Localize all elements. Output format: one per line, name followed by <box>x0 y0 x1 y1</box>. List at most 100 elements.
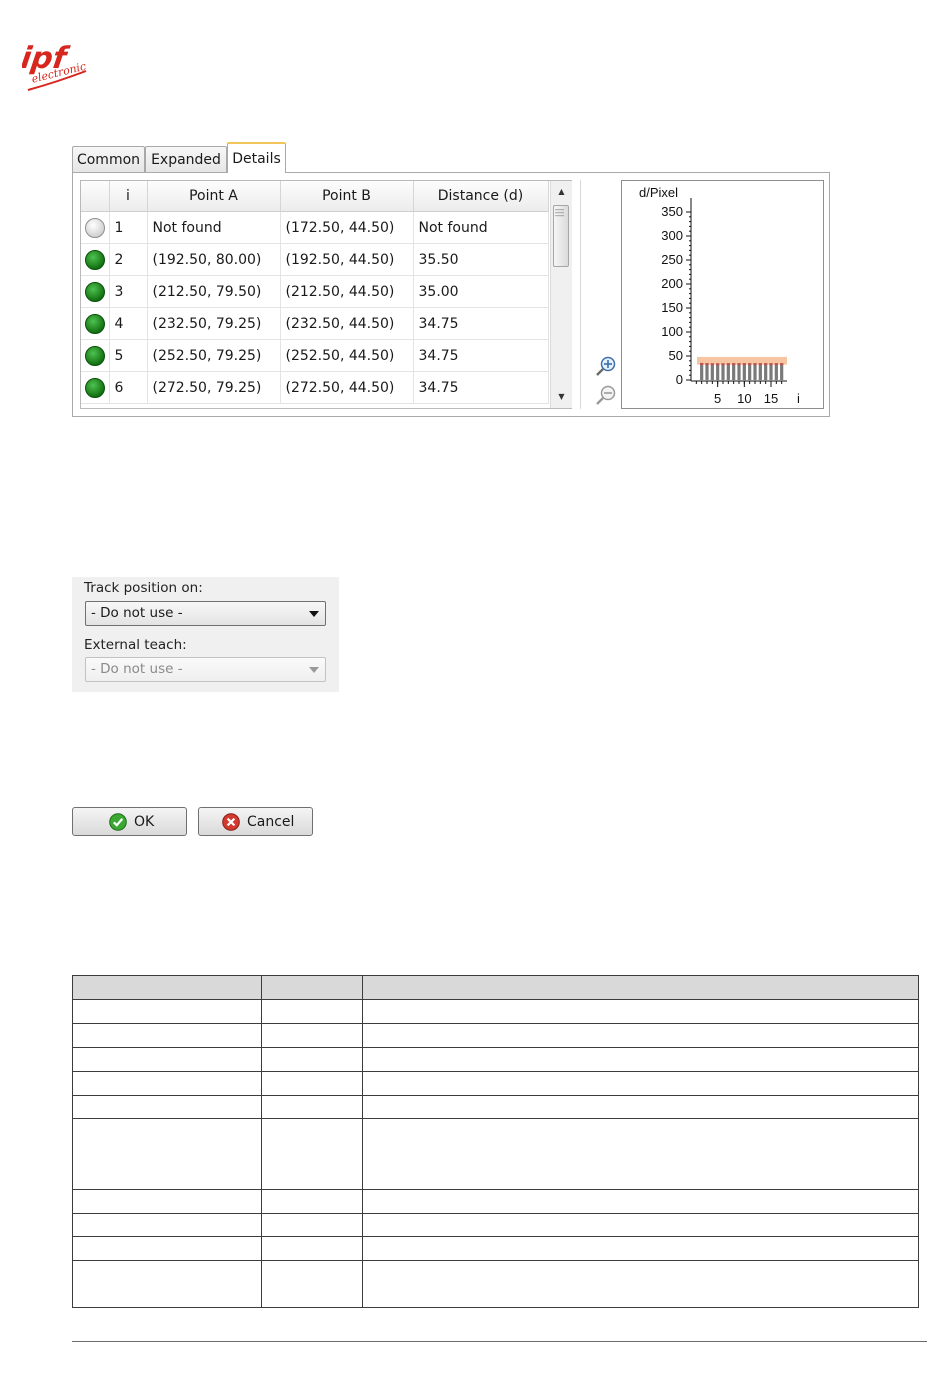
scroll-down-arrow-icon[interactable]: ▼ <box>551 388 572 406</box>
table-cell <box>261 1260 363 1308</box>
zoom-in-icon[interactable] <box>595 355 617 377</box>
chart-y-axis-label: d/Pixel <box>639 185 678 200</box>
distance-cell: 34.75 <box>413 307 549 340</box>
table-header-cell <box>362 975 919 1000</box>
table-cell <box>261 1118 363 1190</box>
check-icon <box>109 813 127 831</box>
chart-bar <box>700 362 704 380</box>
ok-button[interactable]: OK <box>72 807 187 836</box>
zoom-out-icon[interactable] <box>595 384 617 406</box>
table-row[interactable]: 6 (272.50, 79.25) (272.50, 44.50) 34.75 <box>81 371 549 404</box>
tolerance-band <box>697 356 787 365</box>
index-cell: 1 <box>109 211 148 244</box>
distance-cell: 34.75 <box>413 339 549 372</box>
table-cell <box>362 1095 919 1119</box>
grid-header-row: i Point A Point B Distance (d) <box>81 181 549 212</box>
grid-header-i[interactable]: i <box>109 181 148 212</box>
status-led-icon <box>84 345 105 366</box>
chart-bar <box>769 363 773 380</box>
chart-bar <box>774 363 778 380</box>
chart-bar-top <box>700 362 704 365</box>
table-row[interactable]: 5 (252.50, 79.25) (252.50, 44.50) 34.75 <box>81 339 549 372</box>
chart-bar <box>742 363 746 380</box>
grid-header-point-a[interactable]: Point A <box>147 181 281 212</box>
chart-bar-top <box>774 363 778 366</box>
tab-common[interactable]: Common <box>72 146 145 172</box>
chart-y-tick-label: 100 <box>661 324 683 339</box>
status-led-icon <box>84 281 105 302</box>
chart-y-tick-label: 0 <box>676 372 683 387</box>
index-cell: 6 <box>109 371 148 404</box>
distance-cell: 35.50 <box>413 243 549 276</box>
external-teach-label: External teach: <box>84 637 187 653</box>
grid-header-point-b[interactable]: Point B <box>280 181 414 212</box>
chart-bar-top <box>748 363 752 366</box>
table-cell <box>72 1260 262 1308</box>
chart-bar <box>737 363 741 380</box>
chart-bar-top <box>742 363 746 366</box>
track-position-dropdown[interactable]: - Do not use - <box>85 601 326 626</box>
table-cell <box>362 1236 919 1261</box>
distance-chart-svg: d/Pixel i 0 50 100 150 200 250 300 350 5 10 15 <box>639 185 800 406</box>
scroll-grip-icon: ― ― ― <box>555 205 564 221</box>
results-grid[interactable]: i Point A Point B Distance (d) 1 Not fou… <box>80 180 572 409</box>
chart-y-tick-label: 150 <box>661 300 683 315</box>
table-row[interactable]: 2 (192.50, 80.00) (192.50, 44.50) 35.50 <box>81 243 549 276</box>
chart-bar-top <box>710 363 714 366</box>
point-a-cell: (252.50, 79.25) <box>147 339 281 372</box>
chart-bar-top <box>780 363 784 366</box>
table-cell <box>72 999 262 1024</box>
status-cell <box>81 243 110 276</box>
table-row <box>72 1189 919 1214</box>
point-b-cell: (252.50, 44.50) <box>280 339 414 372</box>
table-row <box>72 1071 919 1096</box>
chart-bar-top <box>753 363 757 366</box>
table-cell <box>362 1189 919 1214</box>
chart-x-tick-label: 15 <box>764 391 778 406</box>
cancel-x-icon <box>222 813 240 831</box>
chart-bar <box>732 363 736 380</box>
chart-bar-top <box>737 363 741 366</box>
index-cell: 2 <box>109 243 148 276</box>
table-row <box>72 1095 919 1119</box>
footer-rule <box>72 1341 927 1342</box>
external-teach-dropdown[interactable]: - Do not use - <box>85 657 326 682</box>
table-row <box>72 1118 919 1190</box>
distance-cell: Not found <box>413 211 549 244</box>
tab-expanded[interactable]: Expanded <box>145 146 227 172</box>
chart-x-tick-label: 5 <box>714 391 721 406</box>
table-row <box>72 1236 919 1261</box>
status-led-icon <box>84 377 105 398</box>
chart-bar <box>710 363 714 380</box>
table-cell <box>261 1023 363 1048</box>
chart-y-tick-label: 350 <box>661 204 683 219</box>
chart-y-tick-label: 300 <box>661 228 683 243</box>
chart-bar <box>716 363 720 380</box>
cancel-button[interactable]: Cancel <box>198 807 313 836</box>
table-row[interactable]: 4 (232.50, 79.25) (232.50, 44.50) 34.75 <box>81 307 549 340</box>
index-cell: 5 <box>109 339 148 372</box>
chart-bar <box>748 363 752 380</box>
chart-y-tick-label: 50 <box>669 348 683 363</box>
status-led-icon <box>84 249 105 270</box>
table-cell <box>261 1213 363 1237</box>
table-cell <box>261 999 363 1024</box>
scroll-up-arrow-icon[interactable]: ▲ <box>551 183 572 201</box>
grid-vertical-scrollbar[interactable]: ▲ ― ― ― ▼ <box>550 181 572 408</box>
tab-details[interactable]: Details <box>227 142 286 173</box>
table-row[interactable]: 1 Not found (172.50, 44.50) Not found <box>81 211 549 244</box>
status-cell <box>81 339 110 372</box>
table-row[interactable]: 3 (212.50, 79.50) (212.50, 44.50) 35.00 <box>81 275 549 308</box>
chart-bar <box>758 363 762 380</box>
track-position-value: - Do not use - <box>91 605 183 621</box>
ok-button-label: OK <box>134 814 155 830</box>
chevron-down-icon <box>309 611 319 617</box>
point-a-cell: (232.50, 79.25) <box>147 307 281 340</box>
point-a-cell: (272.50, 79.25) <box>147 371 281 404</box>
grid-header-distance[interactable]: Distance (d) <box>413 181 549 212</box>
parameter-table <box>72 975 919 1308</box>
table-header-row <box>72 975 919 1000</box>
point-a-cell: (192.50, 80.00) <box>147 243 281 276</box>
table-row <box>72 1213 919 1237</box>
table-cell <box>362 1118 919 1190</box>
